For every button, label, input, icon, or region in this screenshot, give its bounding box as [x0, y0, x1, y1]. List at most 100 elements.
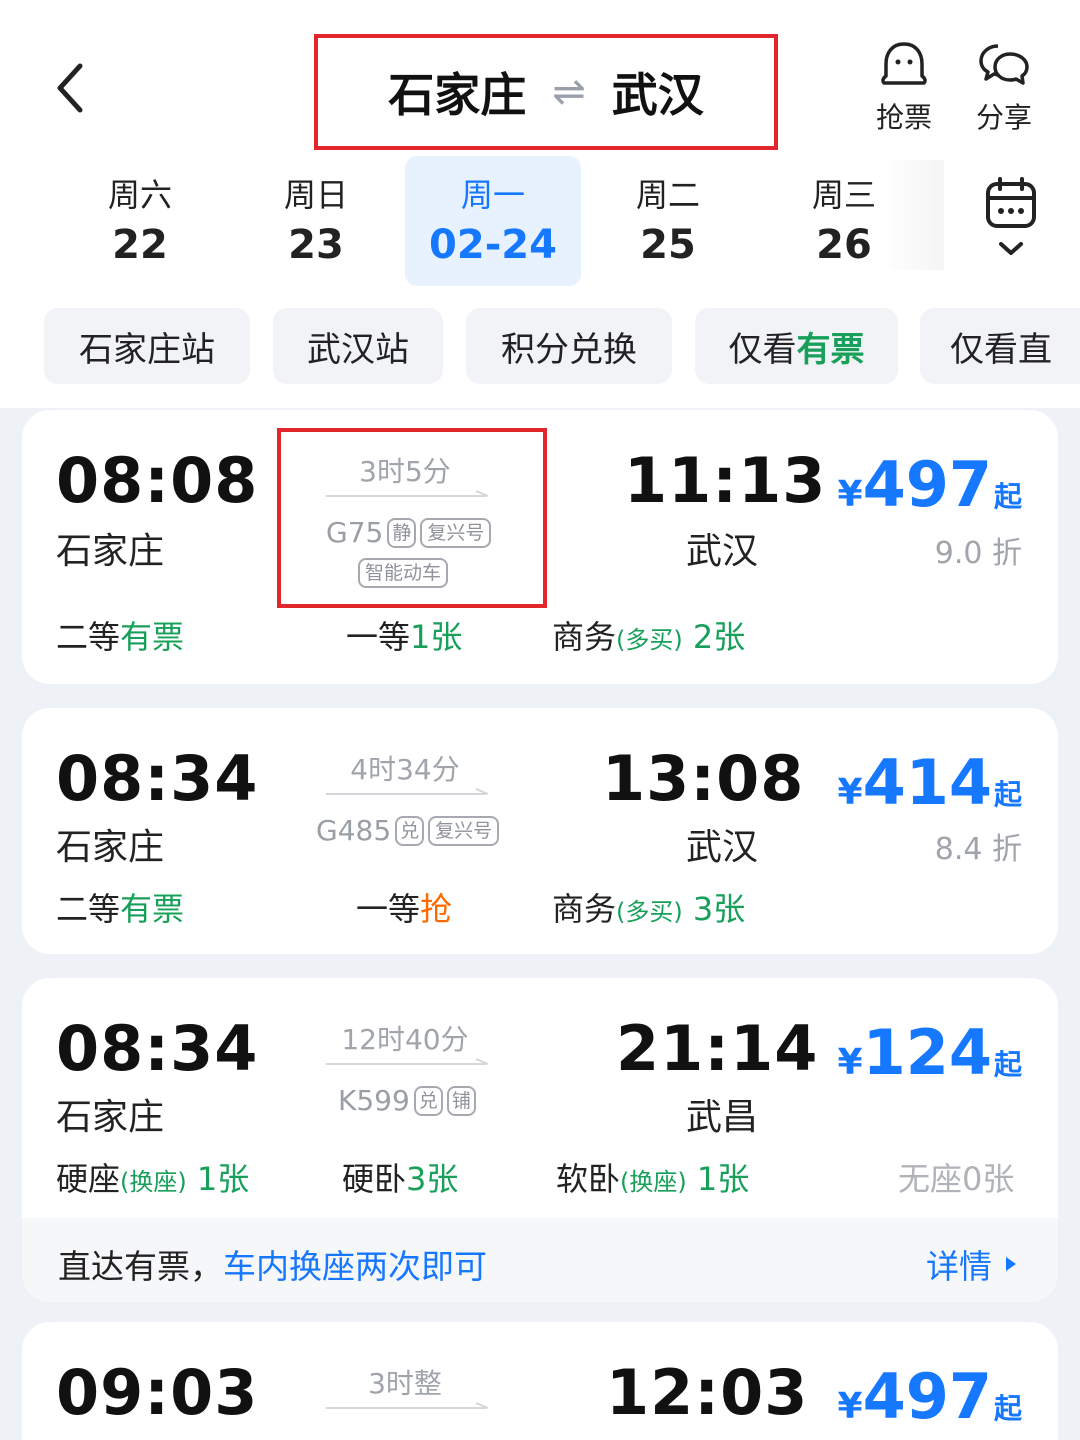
notice-link[interactable]: 车内换座两次即可: [223, 1247, 487, 1286]
price-amount: 497: [862, 1360, 992, 1433]
depart-time: 09:03: [56, 1356, 259, 1429]
seat-name: 二等: [56, 618, 121, 656]
seat-status: 1张: [196, 1160, 250, 1198]
date-tab-selected[interactable]: 周一 02-24: [405, 156, 581, 286]
detail-link[interactable]: 详情: [926, 1240, 1018, 1288]
date-day: 23: [288, 222, 344, 268]
price-currency: ¥: [837, 1386, 863, 1427]
date-weekday: 周二: [635, 176, 700, 214]
filter-chip-to-station[interactable]: 武汉站: [273, 308, 443, 384]
filter-chip-label: 仅看: [728, 329, 797, 370]
swap-icon[interactable]: ⇌: [552, 69, 586, 115]
seat-note: (多买): [616, 898, 683, 926]
date-day: 25: [640, 222, 696, 268]
arrow-icon: [326, 1058, 489, 1065]
price: ¥ 497 起: [838, 448, 1023, 521]
arrive-station: 武昌: [686, 1097, 759, 1138]
seat-name: 硬座: [56, 1160, 121, 1198]
seat-status: 有票: [120, 890, 185, 928]
filter-chip-available-only[interactable]: 仅看 有票: [695, 308, 898, 384]
date-weekday: 周日: [283, 176, 348, 214]
train-card[interactable]: 08:34 石家庄 12时40分 K599 兑 铺 21:14 武昌 ¥ 124…: [22, 978, 1058, 1302]
seat-name: 一等: [356, 890, 421, 928]
seat-note: (换座): [120, 1168, 187, 1196]
date-weekday: 周六: [107, 176, 172, 214]
train-card[interactable]: 09:03 3时整 12:03 ¥ 497 起: [22, 1322, 1058, 1440]
price-currency: ¥: [837, 1042, 863, 1083]
notice-prefix: 直达有票，: [58, 1247, 223, 1286]
price-currency: ¥: [837, 772, 863, 813]
arrive-time: 12:03: [606, 1356, 809, 1429]
seat-class: 商务(多买) 3张: [552, 884, 745, 930]
sleeper-tag: 铺: [446, 1085, 476, 1116]
price-suffix: 起: [993, 480, 1022, 513]
depart-station: 石家庄: [56, 827, 165, 868]
train-number: G485: [316, 814, 392, 847]
train-number-row: G485 兑 复兴号: [316, 814, 500, 847]
train-card[interactable]: 08:34 石家庄 4时34分 G485 兑 复兴号 13:08 武汉 ¥ 41…: [22, 708, 1058, 954]
seat-class: 软卧(换座) 1张: [556, 1154, 749, 1200]
grab-ticket-label: 抢票: [875, 101, 932, 134]
date-tab[interactable]: 周六 22: [52, 156, 228, 286]
seat-status: 1张: [410, 618, 463, 656]
seat-status: 1张: [696, 1160, 750, 1198]
arrive-station: 武汉: [686, 531, 759, 572]
seat-name: 商务: [552, 890, 617, 928]
price: ¥ 124 起: [838, 1016, 1023, 1089]
route-title[interactable]: 石家庄 ⇌ 武汉: [318, 38, 774, 146]
arrive-time: 11:13: [624, 444, 827, 517]
train-info-highlight-box: [277, 428, 547, 608]
train-number: K599: [338, 1084, 410, 1117]
calendar-icon[interactable]: [984, 176, 1038, 266]
duration: 3时整: [368, 1367, 442, 1400]
date-day: 02-24: [429, 222, 557, 268]
share-label: 分享: [975, 101, 1032, 134]
seat-class: 硬卧3张: [342, 1154, 458, 1200]
from-city: 石家庄: [388, 68, 527, 122]
duration: 12时40分: [341, 1023, 469, 1056]
filter-chip-points[interactable]: 积分兑换: [466, 308, 672, 384]
arrive-time: 21:14: [616, 1012, 819, 1085]
seat-status: 有票: [120, 618, 185, 656]
arrow-icon: [326, 788, 489, 795]
fuxing-tag: 复兴号: [428, 815, 500, 846]
date-weekday: 周一: [460, 176, 525, 214]
train-number-row: K599 兑 铺: [338, 1084, 476, 1117]
price: ¥ 414 起: [838, 746, 1023, 819]
filter-chip-from-station[interactable]: 石家庄站: [44, 308, 250, 384]
date-scroll-fade: [880, 160, 944, 270]
transfer-notice-text: 直达有票，车内换座两次即可: [58, 1240, 487, 1288]
play-right-icon: [1006, 1257, 1016, 1271]
date-tab[interactable]: 周日 23: [228, 156, 404, 286]
to-city: 武汉: [611, 68, 704, 122]
seat-class: 二等有票: [56, 884, 184, 930]
filter-chip-direct-only[interactable]: 仅看直: [920, 308, 1080, 384]
date-day: 22: [112, 222, 168, 268]
redeem-tag: 兑: [395, 815, 425, 846]
grab-ticket-button[interactable]: 抢票: [864, 40, 944, 136]
seat-class: 无座0张: [898, 1154, 1014, 1200]
date-tab[interactable]: 周二 25: [580, 156, 756, 286]
price: ¥ 497 起: [838, 1360, 1023, 1433]
duration: 4时34分: [350, 753, 460, 786]
depart-time: 08:34: [56, 1012, 259, 1085]
price-suffix: 起: [993, 778, 1022, 811]
back-icon[interactable]: [50, 58, 94, 118]
depart-time: 08:08: [56, 444, 259, 517]
arrive-time: 13:08: [602, 742, 805, 815]
price-suffix: 起: [993, 1048, 1022, 1081]
seat-status: 2张: [692, 618, 746, 656]
seat-status: 0张: [962, 1160, 1015, 1198]
discount: 8.4 折: [934, 832, 1022, 867]
price-amount: 124: [862, 1016, 992, 1089]
price-suffix: 起: [993, 1392, 1022, 1425]
filter-chip-emphasis: 有票: [796, 329, 865, 370]
seat-status: 3张: [406, 1160, 459, 1198]
discount: 9.0 折: [934, 536, 1022, 571]
share-button[interactable]: 分享: [964, 40, 1044, 136]
seat-status: 抢: [420, 890, 453, 928]
seat-class: 一等1张: [346, 612, 462, 658]
seat-name: 无座: [898, 1160, 963, 1198]
arrive-station: 武汉: [686, 827, 759, 868]
seat-class: 硬座(换座) 1张: [56, 1154, 249, 1200]
